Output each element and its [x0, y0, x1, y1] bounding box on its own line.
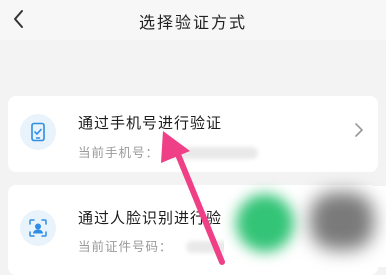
verify-by-phone-option[interactable]: 通过手机号进行验证 当前手机号： — [8, 96, 378, 172]
face-scan-icon — [29, 219, 47, 237]
face-icon-badge — [20, 210, 56, 246]
watermark-green-blob — [236, 194, 294, 252]
option-sublabel: 当前证件号码： — [78, 239, 173, 254]
phone-icon — [31, 122, 45, 142]
watermark-gray-blob — [310, 192, 374, 250]
phone-icon-badge — [20, 114, 56, 150]
header-bar: 选择验证方式 — [0, 0, 386, 40]
option-label: 通过手机号进行验证 — [78, 114, 223, 132]
blurred-watermark — [224, 186, 386, 267]
masked-phone-number — [168, 147, 258, 159]
page-title: 选择验证方式 — [138, 13, 247, 32]
option-label: 通过人脸识别进行验 — [78, 209, 223, 227]
chevron-right-icon — [355, 123, 363, 137]
option-sublabel: 当前手机号： — [78, 145, 160, 160]
